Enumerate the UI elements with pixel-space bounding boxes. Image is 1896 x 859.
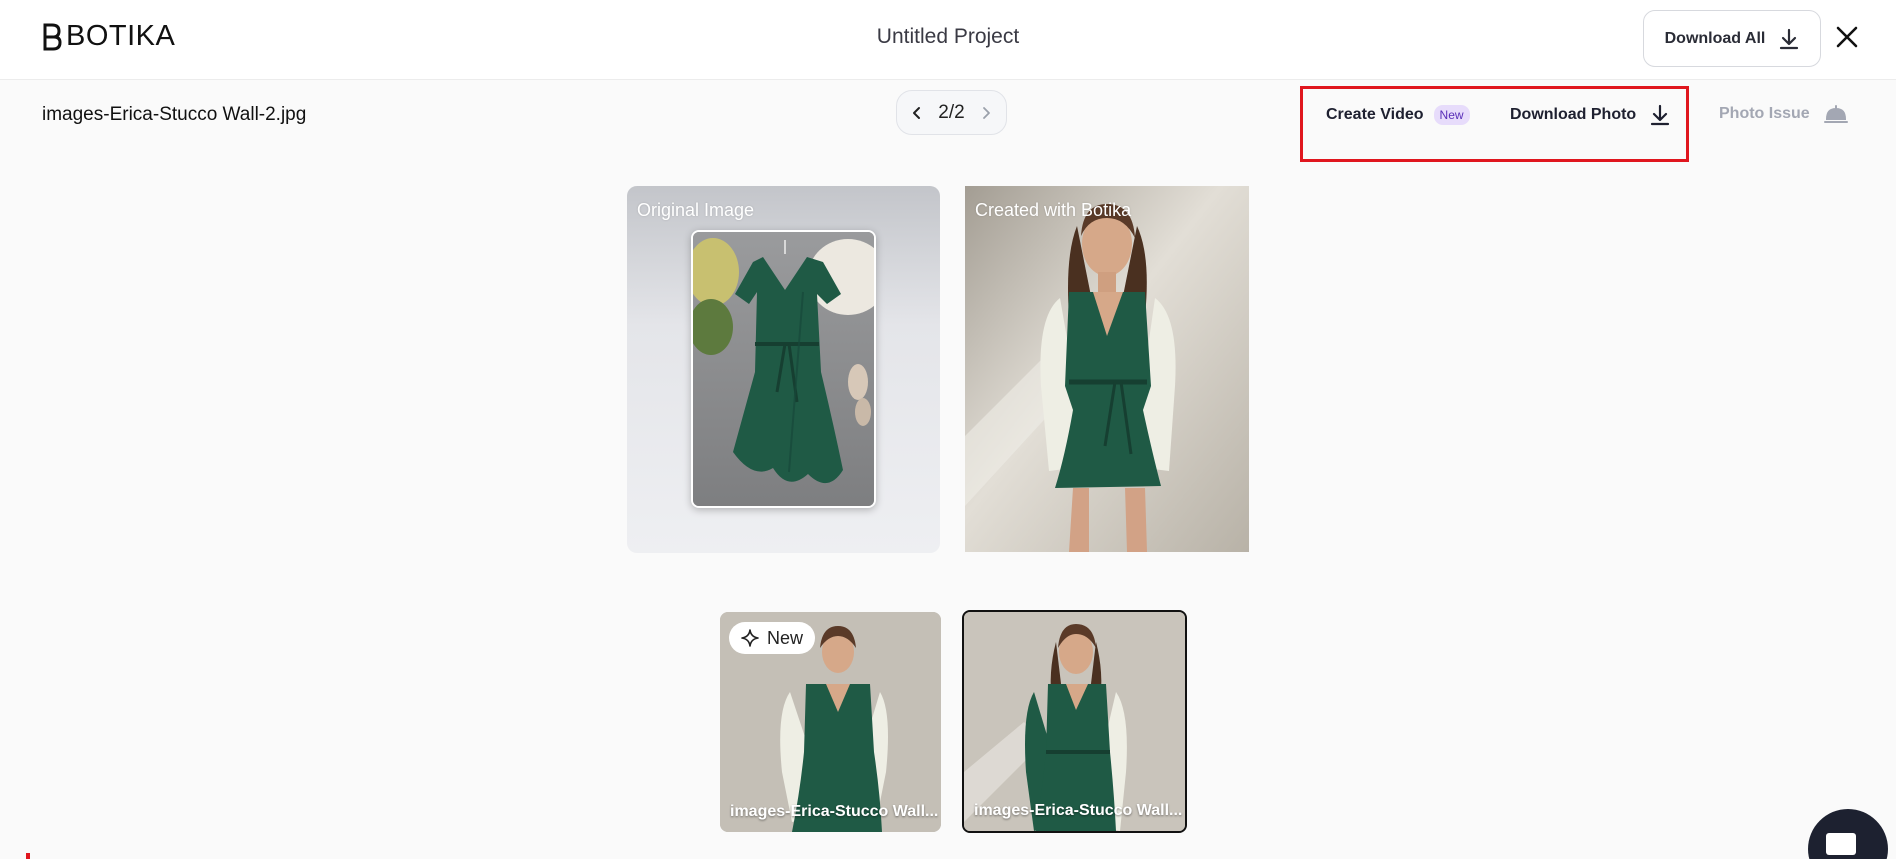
create-video-label: Create Video (1326, 106, 1424, 123)
original-product-photo (691, 230, 876, 508)
annotation-mark (26, 853, 30, 859)
project-title[interactable]: Untitled Project (0, 25, 1896, 49)
file-name: images-Erica-Stucco Wall-2.jpg (42, 104, 307, 125)
download-icon (1650, 104, 1670, 126)
chevron-left-icon[interactable] (909, 105, 925, 121)
top-bar: BOTIKA Untitled Project Download All (0, 0, 1896, 80)
new-badge-label: New (767, 627, 804, 648)
sparkle-icon (741, 629, 759, 647)
new-badge: New (729, 622, 816, 654)
photo-issue-button[interactable]: Photo Issue (1719, 104, 1848, 124)
download-icon (1779, 28, 1799, 50)
service-bell-icon (1823, 104, 1848, 124)
thumbnail-caption: images-Erica-Stucco Wall... (730, 803, 939, 820)
thumbnail-2[interactable]: images-Erica-Stucco Wall... (962, 610, 1187, 833)
download-photo-button[interactable]: Download Photo (1510, 104, 1670, 126)
new-badge: New (1433, 105, 1470, 125)
close-icon[interactable] (1834, 24, 1860, 50)
thumbnail-1[interactable]: New images-Erica-Stucco Wall... (720, 612, 941, 832)
image-pager: 2/2 (896, 90, 1007, 135)
download-photo-label: Download Photo (1510, 106, 1637, 123)
thumbnail-image (964, 612, 1185, 831)
thumbnail-caption: images-Erica-Stucco Wall... (974, 802, 1183, 819)
original-image-label: Original Image (637, 200, 755, 220)
download-all-label: Download All (1664, 29, 1766, 47)
chevron-right-icon[interactable] (978, 105, 994, 121)
generated-image-panel: Created with Botika (965, 186, 1249, 552)
page-count: 2/2 (938, 101, 965, 123)
create-video-button[interactable]: Create Video New (1326, 105, 1470, 125)
original-image-panel: Original Image (627, 186, 940, 553)
chat-launcher-button[interactable] (1808, 809, 1888, 859)
created-image-label: Created with Botika (975, 200, 1132, 220)
download-all-button[interactable]: Download All (1643, 10, 1821, 67)
photo-issue-label: Photo Issue (1719, 105, 1810, 122)
generated-model-photo (965, 186, 1249, 552)
chat-icon (1808, 809, 1888, 859)
